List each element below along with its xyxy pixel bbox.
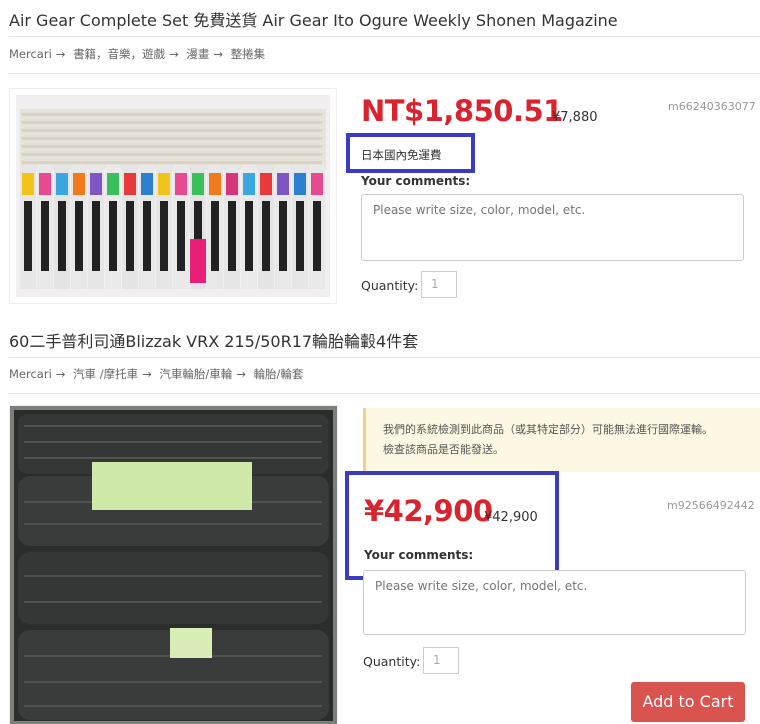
stacked-tires-photo-icon xyxy=(10,406,337,724)
comments-field[interactable] xyxy=(361,194,744,261)
breadcrumb-link[interactable]: 汽車輪胎/車輪 xyxy=(159,367,232,381)
item1-title: Air Gear Complete Set 免費送貨 Air Gear Ito … xyxy=(9,11,618,30)
product-image[interactable] xyxy=(9,405,338,724)
shipping-note: 日本國內免運費 xyxy=(361,148,442,162)
warning-line: 我們的系統檢測到此商品（或其特定部分）可能無法進行國際運輸。 xyxy=(383,423,713,436)
breadcrumb-link[interactable]: Mercari xyxy=(9,47,52,61)
item-sku: m92566492442 xyxy=(667,499,755,512)
breadcrumb-link[interactable]: 書籍，音樂，遊戲 xyxy=(73,47,165,61)
price-original: ¥42,900 xyxy=(484,510,538,525)
divider xyxy=(9,36,760,37)
comments-label: Your comments: xyxy=(364,548,474,562)
manga-volumes-photo-icon xyxy=(10,89,336,303)
breadcrumb: Mercari → 書籍，音樂，遊戲 → 漫畫 → 整捲集 xyxy=(9,46,269,62)
breadcrumb-separator: → xyxy=(169,47,179,61)
divider xyxy=(9,357,760,358)
item-sku: m66240363077 xyxy=(668,100,756,113)
breadcrumb-link[interactable]: 輪胎/輪套 xyxy=(254,367,304,381)
price-original: ¥7,880 xyxy=(552,110,598,125)
shipping-warning: 我們的系統檢測到此商品（或其特定部分）可能無法進行國際運輸。 檢查該商品是否能發… xyxy=(363,408,760,472)
add-to-cart-button[interactable]: Add to Cart xyxy=(631,682,745,722)
breadcrumb-link[interactable]: Mercari xyxy=(9,367,52,381)
breadcrumb-separator: → xyxy=(213,47,223,61)
quantity-input[interactable]: 1 xyxy=(421,271,457,298)
breadcrumb-link[interactable]: 汽車 /摩托車 xyxy=(73,367,138,381)
quantity-input[interactable]: 1 xyxy=(423,647,459,674)
quantity-label: Quantity: xyxy=(363,654,421,669)
quantity-label: Quantity: xyxy=(361,278,419,293)
breadcrumb-link[interactable]: 漫畫 xyxy=(186,47,209,61)
divider xyxy=(9,393,760,394)
item2-title: 60二手普利司通Blizzak VRX 215/50R17輪胎輪轂4件套 xyxy=(9,332,419,351)
warning-line: 檢查該商品是否能發送。 xyxy=(383,443,504,456)
breadcrumb-link[interactable]: 整捲集 xyxy=(231,47,266,61)
breadcrumb-separator: → xyxy=(142,367,152,381)
price: ¥42,900 xyxy=(364,494,493,528)
comments-label: Your comments: xyxy=(361,174,471,188)
divider xyxy=(9,73,760,74)
breadcrumb-separator: → xyxy=(55,47,66,61)
product-image[interactable] xyxy=(9,88,337,304)
price: NT$1,850.51 xyxy=(361,94,563,128)
breadcrumb: Mercari → 汽車 /摩托車 → 汽車輪胎/車輪 → 輪胎/輪套 xyxy=(9,366,307,382)
comments-field[interactable] xyxy=(363,570,746,635)
breadcrumb-separator: → xyxy=(55,367,66,381)
breadcrumb-separator: → xyxy=(236,367,246,381)
